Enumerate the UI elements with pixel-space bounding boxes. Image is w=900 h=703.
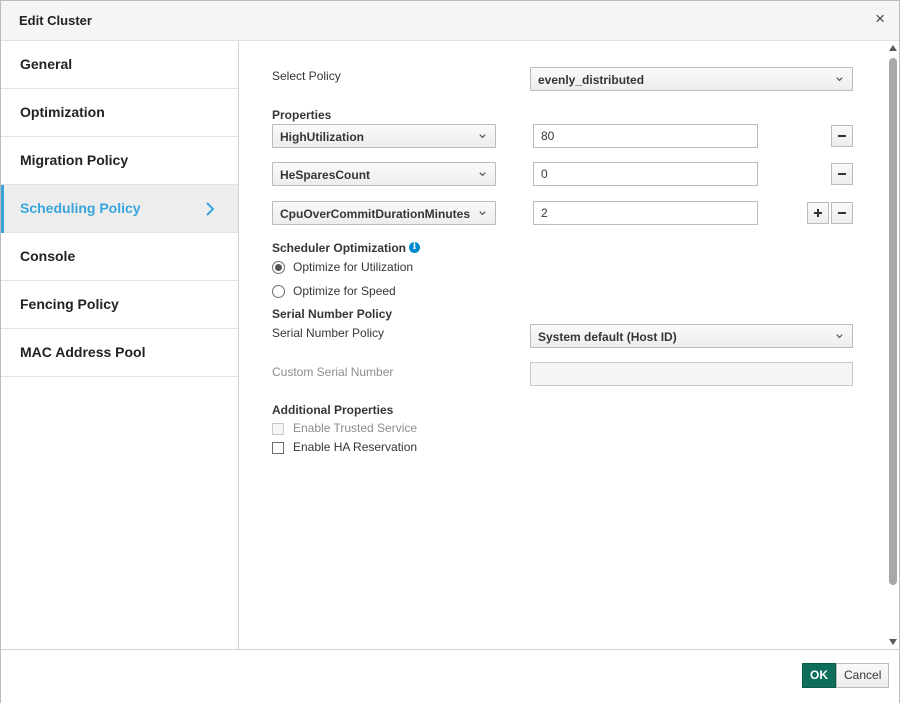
- dialog-title: Edit Cluster: [19, 13, 92, 28]
- cancel-button[interactable]: Cancel: [836, 663, 890, 688]
- chevron-down-icon: [836, 77, 843, 82]
- additional-properties-heading: Additional Properties: [272, 403, 394, 417]
- sidebar-item-optimization[interactable]: Optimization: [1, 89, 238, 137]
- chevron-down-icon: [836, 334, 843, 339]
- property-value-input[interactable]: [533, 201, 758, 225]
- select-policy-label: Select Policy: [272, 69, 341, 83]
- sidebar-item-general[interactable]: General: [1, 41, 238, 89]
- custom-serial-number-label: Custom Serial Number: [272, 365, 394, 379]
- properties-heading: Properties: [272, 108, 332, 122]
- close-icon[interactable]: ×: [875, 10, 885, 28]
- sidebar-item-label: Optimization: [20, 104, 105, 120]
- sidebar-item-label: Fencing Policy: [20, 296, 119, 312]
- remove-property-button[interactable]: [831, 163, 853, 185]
- ok-button[interactable]: OK: [802, 663, 836, 688]
- chevron-down-icon: [479, 172, 486, 177]
- remove-property-button[interactable]: [831, 125, 853, 147]
- sidebar-item-label: General: [20, 56, 73, 72]
- sidebar-item-label: Console: [20, 248, 76, 264]
- serial-number-policy-heading: Serial Number Policy: [272, 307, 393, 321]
- serial-number-policy-value: System default (Host ID): [538, 330, 677, 344]
- property-key-value: CpuOverCommitDurationMinutes: [280, 207, 471, 221]
- property-value-input[interactable]: [533, 162, 758, 186]
- chevron-right-icon: [206, 202, 215, 216]
- sidebar-item-migration-policy[interactable]: Migration Policy: [1, 137, 238, 185]
- sidebar-item-fencing-policy[interactable]: Fencing Policy: [1, 281, 238, 329]
- dialog-header: Edit Cluster ×: [1, 1, 899, 41]
- content-scrollbar[interactable]: [887, 41, 899, 649]
- chevron-down-icon: [479, 211, 486, 216]
- scroll-up-arrow-icon[interactable]: [889, 45, 897, 51]
- edit-cluster-dialog: Edit Cluster × General Optimization Migr…: [0, 0, 900, 703]
- enable-ha-reservation-label: Enable HA Reservation: [293, 440, 418, 454]
- sidebar-item-console[interactable]: Console: [1, 233, 238, 281]
- remove-property-button[interactable]: [831, 202, 853, 224]
- select-policy-dropdown[interactable]: evenly_distributed: [530, 67, 853, 91]
- serial-number-policy-label: Serial Number Policy: [272, 326, 385, 340]
- serial-number-policy-dropdown[interactable]: System default (Host ID): [530, 324, 853, 348]
- scrollbar-thumb[interactable]: [889, 58, 897, 585]
- scroll-down-arrow-icon[interactable]: [889, 639, 897, 645]
- minus-icon: [838, 212, 846, 214]
- optimize-utilization-radio[interactable]: [272, 261, 285, 274]
- enable-trusted-service-checkbox[interactable]: [272, 423, 284, 435]
- minus-icon: [838, 135, 846, 137]
- scheduler-optimization-heading: Scheduler Optimization: [272, 241, 407, 255]
- minus-icon: [838, 173, 846, 175]
- optimize-utilization-label: Optimize for Utilization: [293, 260, 414, 274]
- sidebar-item-label: Scheduling Policy: [20, 200, 141, 216]
- dialog-footer: OK Cancel: [1, 649, 899, 703]
- chevron-down-icon: [479, 134, 486, 139]
- property-key-dropdown[interactable]: CpuOverCommitDurationMinutes: [272, 201, 496, 225]
- property-key-value: HighUtilization: [280, 130, 364, 144]
- optimize-speed-label: Optimize for Speed: [293, 284, 396, 298]
- sidebar-item-mac-address-pool[interactable]: MAC Address Pool: [1, 329, 238, 377]
- property-key-dropdown[interactable]: HighUtilization: [272, 124, 496, 148]
- sidebar-item-label: Migration Policy: [20, 152, 129, 168]
- sidebar-item-scheduling-policy[interactable]: Scheduling Policy: [1, 185, 238, 233]
- info-icon[interactable]: i: [409, 242, 420, 253]
- property-key-value: HeSparesCount: [280, 168, 371, 182]
- property-value-input[interactable]: [533, 124, 758, 148]
- property-key-dropdown[interactable]: HeSparesCount: [272, 162, 496, 186]
- scheduling-policy-panel: Select Policy evenly_distributed Propert…: [239, 41, 887, 649]
- enable-trusted-service-label: Enable Trusted Service: [293, 421, 418, 435]
- custom-serial-number-input[interactable]: [530, 362, 853, 386]
- plus-icon: [814, 209, 822, 217]
- sidebar-item-label: MAC Address Pool: [20, 344, 146, 360]
- optimize-speed-radio[interactable]: [272, 285, 285, 298]
- select-policy-value: evenly_distributed: [538, 73, 645, 87]
- enable-ha-reservation-checkbox[interactable]: [272, 442, 284, 454]
- add-property-button[interactable]: [807, 202, 829, 224]
- sidebar-nav: General Optimization Migration Policy Sc…: [1, 41, 239, 649]
